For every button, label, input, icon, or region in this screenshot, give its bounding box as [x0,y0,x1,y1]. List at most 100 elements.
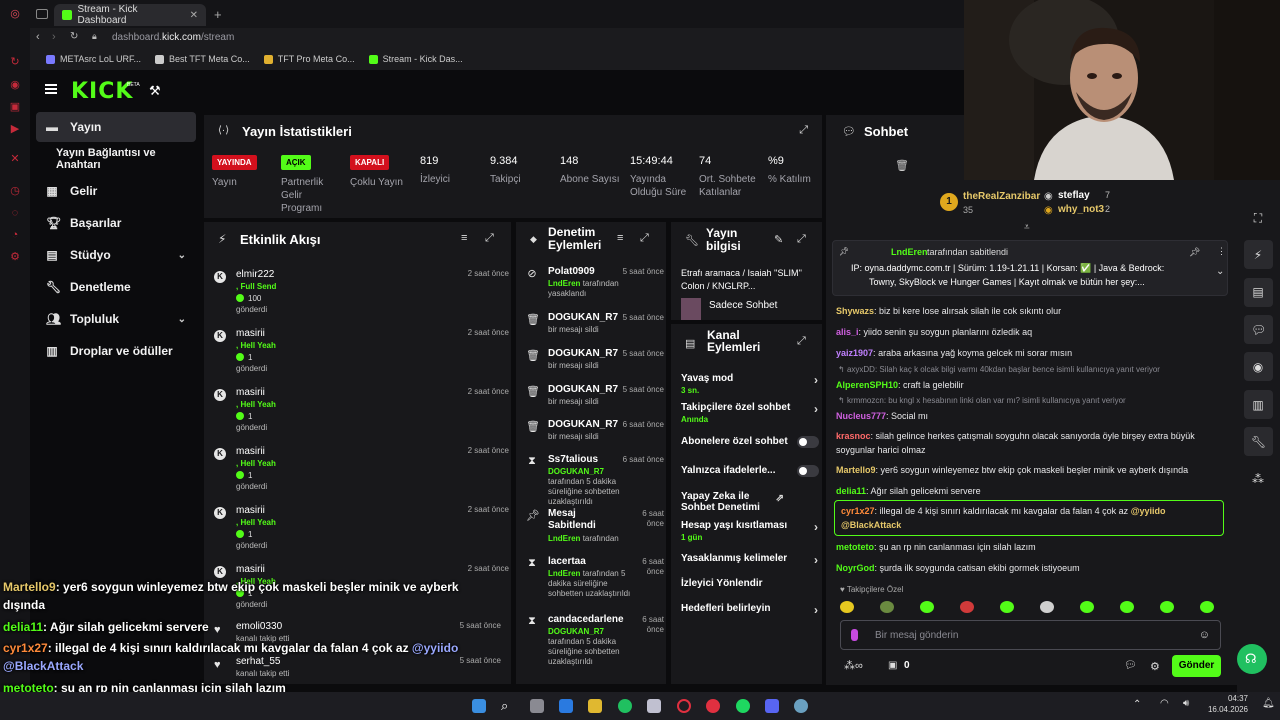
discord-icon[interactable] [765,699,779,713]
volume-icon[interactable]: 🔊︎ [1183,698,1189,709]
follow-name[interactable]: serhat_55 [236,656,280,667]
event-username[interactable]: masirii [236,505,265,516]
leader-name[interactable]: why_not3 [1058,204,1104,215]
emote-icon[interactable] [1040,601,1054,613]
edit-icon[interactable]: ✎ [774,233,783,246]
mod-target[interactable]: lacertaa [548,556,586,568]
sidebar-item-droplar[interactable]: ▥ Droplar ve ödüller [36,336,196,366]
emote-icon[interactable] [840,601,854,613]
settings-icon[interactable]: ⚙ [9,251,21,263]
expand-leaderboard-icon[interactable]: ⩡ [1024,222,1030,233]
chat-message[interactable]: delia11: Ağır silah gelicekmi servere [836,484,1216,498]
more-icon[interactable]: ⋮ [1217,246,1226,257]
sidebar-item-denetleme[interactable]: 🔧︎ Denetleme [36,272,196,302]
chat-message[interactable]: Martello9: yer6 soygun winleyemez btw ek… [836,463,1216,477]
chat-username[interactable]: cyr1x27 [841,506,875,516]
chat-username[interactable]: delia11 [836,486,866,496]
bookmark-item[interactable]: Stream - Kick Das... [368,54,463,64]
filter-icon[interactable]: ≡ [617,232,623,244]
mod-actor[interactable]: LndEren [548,569,580,578]
emote-icon[interactable] [1080,601,1094,613]
trash-icon[interactable]: 🗑︎ [895,159,909,172]
sidebar-app-icon[interactable]: ◉ [9,79,21,91]
notification-icon[interactable]: 🔔︎ [1262,698,1275,709]
activity-event[interactable]: Kelmir222 , Full Send 100 gönderdi 2 saat ön… [214,267,509,326]
mod-target[interactable]: Polat0909 [548,266,595,278]
sidebar-app-icon[interactable]: ◷ [9,185,21,197]
follow-name[interactable]: emoli0330 [236,621,282,632]
broadcast-icon[interactable]: ◉ [1251,360,1265,374]
emote-icon[interactable] [960,601,974,613]
chat-message[interactable]: Shywazs: biz bi kere lose alırsak silah … [836,304,1216,318]
channel-action-item[interactable]: Hedefleri belirleyin › [681,603,818,616]
users-icon[interactable]: ⁂∞ [844,659,863,672]
event-username[interactable]: masirii [236,446,265,457]
chat-username[interactable]: metoteto [836,542,874,552]
channel-action-item[interactable]: Yapay Zeka ile Sohbet Denetimi ⇗ [681,491,784,513]
leader-name[interactable]: theRealZanzibar [963,191,1040,202]
folder-icon[interactable] [588,699,602,713]
taskbar-app-icon[interactable] [559,699,573,713]
popout-icon[interactable]: ⤢ [797,233,806,246]
chat-username[interactable]: AlperenSPH10 [836,380,898,390]
toggle-switch[interactable] [797,465,819,477]
sidebar-app-icon[interactable]: ◌ [9,207,21,219]
taskbar-app-icon[interactable] [530,699,544,713]
activity-event[interactable]: Kmasirii , Hell Yeah 1 gönderdi 2 saat önce [214,385,509,444]
chat-username[interactable]: krasnoc [836,431,871,441]
channel-action-item[interactable]: İzleyici Yönlendir [681,578,815,589]
chat-username[interactable]: NoyrGod [836,563,875,573]
lightning-icon[interactable]: ⚡︎ [1251,248,1265,262]
chat-username[interactable]: Nucleus777 [836,411,886,421]
unpin-icon[interactable]: 📌︎ [1189,247,1200,258]
channel-action-item[interactable]: Yasaklanmış kelimeler › [681,553,818,566]
sidebar-app-icon[interactable]: ↻ [9,56,21,68]
mod-target[interactable]: DOGUKAN_R7 [548,348,618,360]
opera-icon[interactable] [677,699,691,713]
chat-message[interactable]: cyr1x27: illegal de 4 kişi sınırı kaldır… [834,500,1224,536]
chat-message[interactable]: AlperenSPH10: craft la gelebilir [836,378,1216,392]
chat-username[interactable]: alis_i [836,327,859,337]
mod-target[interactable]: DOGUKAN_R7 [548,312,618,324]
event-username[interactable]: masirii [236,328,265,339]
event-username[interactable]: masirii [236,387,265,398]
emote-icon[interactable] [1160,601,1174,613]
document-icon[interactable]: ▤ [1251,285,1265,299]
channel-action-item[interactable]: Yavaş mod 3 sn. › [681,373,818,396]
leader-name[interactable]: steflay [1058,190,1090,201]
pinned-author[interactable]: LndEren [891,247,928,257]
popout-icon[interactable]: ⤢ [799,124,808,137]
send-button[interactable]: Gönder [1172,655,1221,677]
channel-points-icon[interactable]: ▣ [888,660,897,671]
sidebar-item-basarilar[interactable]: 🏆︎ Başarılar [36,208,196,238]
mod-actor[interactable]: LndEren [548,279,580,288]
taskbar-app-icon[interactable] [706,699,720,713]
channel-action-item[interactable]: Takipçilere özel sohbet Anında › [681,402,818,425]
chevron-down-icon[interactable]: ⌄ [1216,266,1224,277]
chat-message[interactable]: NoyrGod: şurda ilk soygunda catisan ekib… [836,561,1216,575]
mod-target[interactable]: Mesaj Sabitlendi [548,508,618,532]
sidebar-item-yayin[interactable]: ▬ Yayın [36,112,196,142]
channel-action-item[interactable]: Abonelere özel sohbet [681,436,819,448]
new-tab-icon[interactable]: + [214,7,222,22]
clock-time[interactable]: 04:37 [1208,694,1248,703]
filter-icon[interactable]: ≡ [461,232,467,244]
url-field[interactable]: dashboard.kick.com/stream [112,32,234,43]
event-username[interactable]: elmir222 [236,269,274,280]
bookmark-item[interactable]: METAsrc LoL URF... [46,54,141,64]
sidebar-app-icon[interactable]: ▣ [9,101,21,113]
chat-bubble-icon[interactable]: 💬︎ [1124,660,1137,671]
bookmark-item[interactable]: Best TFT Meta Co... [155,54,250,64]
chat-input[interactable]: Bir mesaj gönderin ☺ [840,620,1221,650]
sidebar-app-icon[interactable]: ▶ [9,123,21,135]
emote-icon[interactable] [1120,601,1134,613]
tab-kick-dashboard[interactable]: Stream - Kick Dashboard ✕ [54,4,206,26]
forward-icon[interactable]: › [52,31,56,43]
kick-logo[interactable]: KICK [71,79,133,104]
menu-icon[interactable] [45,84,57,94]
wrench-icon[interactable]: 🔧︎ [1251,435,1266,449]
tab-switcher-icon[interactable] [36,9,48,19]
add-action-icon[interactable]: ⁂ [1251,472,1265,486]
fullscreen-icon[interactable]: ⛶ [1251,211,1265,225]
mod-target[interactable]: candacedarlene [548,614,624,626]
